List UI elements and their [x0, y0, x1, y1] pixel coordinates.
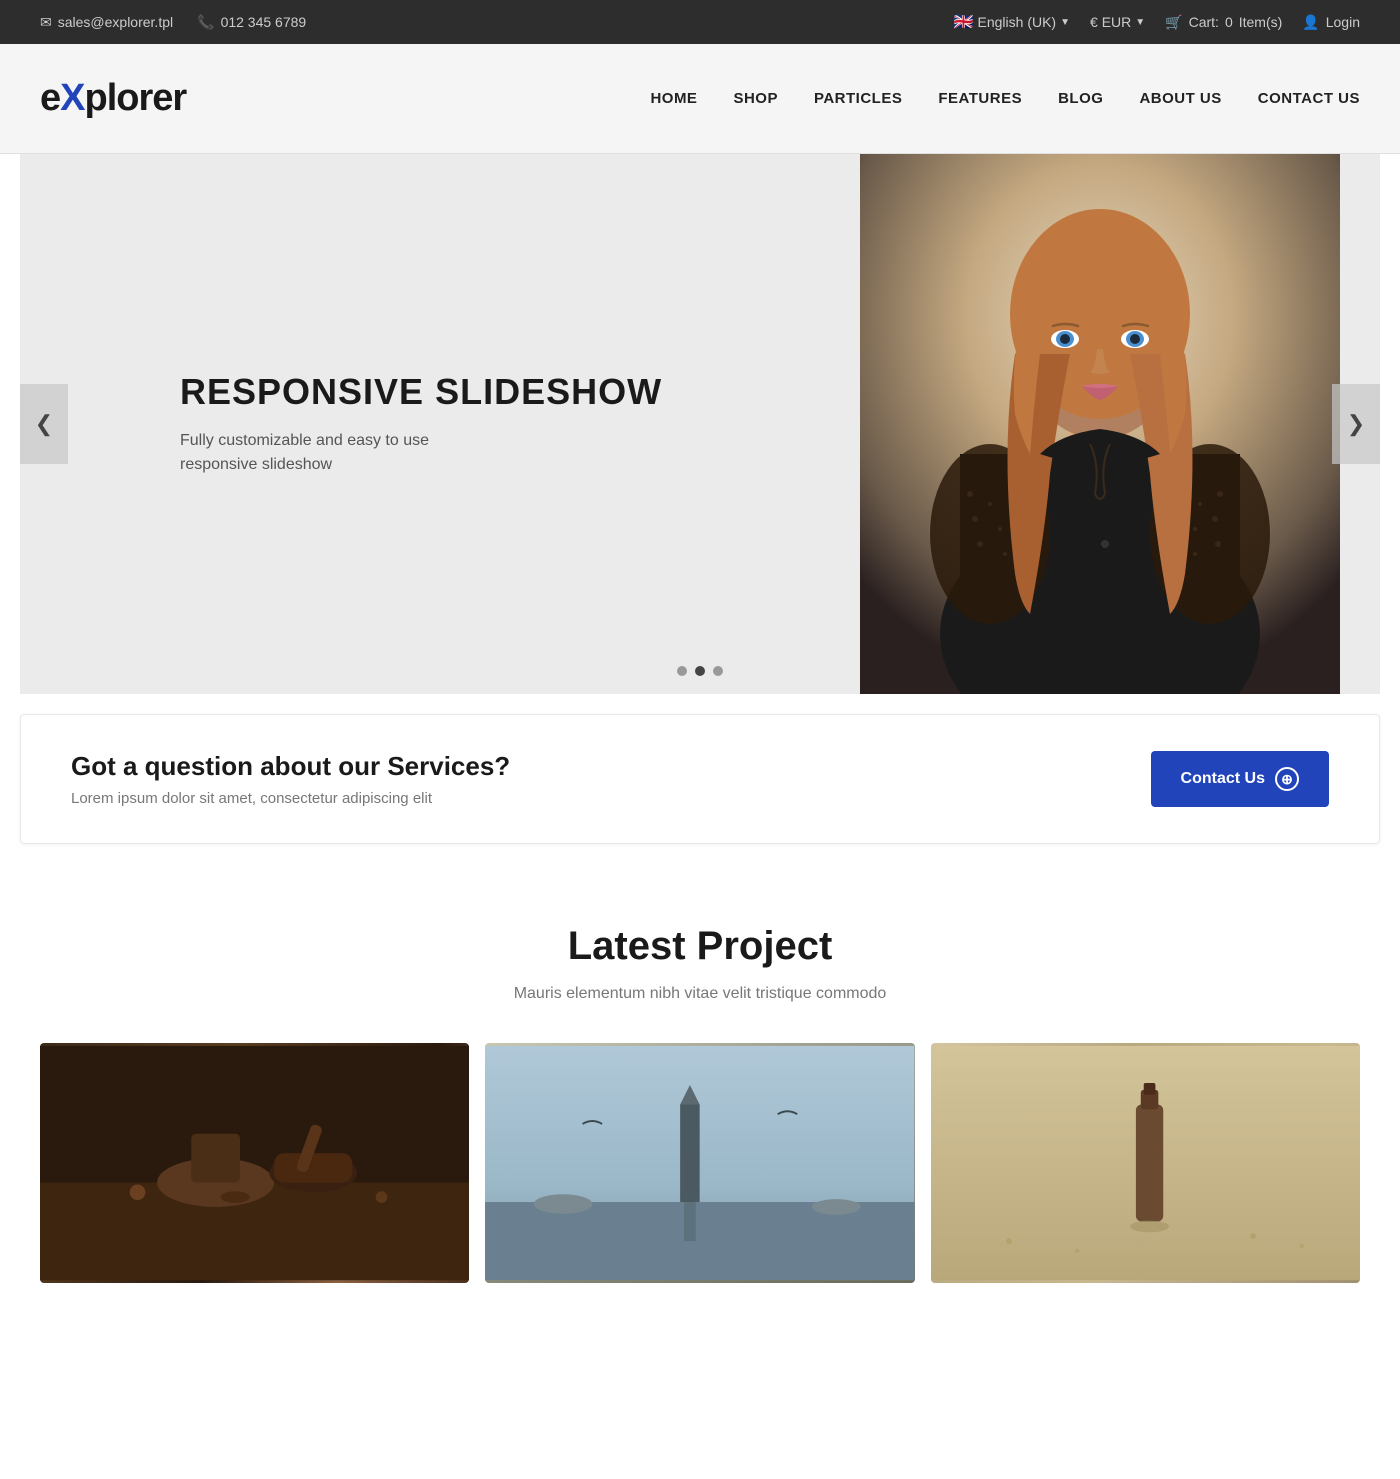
- top-bar: ✉ sales@explorer.tpl 📞 012 345 6789 🇬🇧 E…: [0, 0, 1400, 44]
- user-icon: 👤: [1302, 14, 1319, 31]
- slide-dot-2[interactable]: [695, 666, 705, 676]
- slide-dots: [677, 666, 723, 676]
- project-card-2[interactable]: [485, 1043, 914, 1283]
- flag-icon: 🇬🇧: [954, 12, 974, 32]
- slide-content: RESPONSIVE SLIDESHOW Fully customizable …: [180, 371, 662, 477]
- logo[interactable]: eXplorer: [40, 77, 186, 120]
- nav-home[interactable]: HOME: [650, 90, 697, 107]
- nav-about-us[interactable]: ABOUT US: [1139, 90, 1221, 107]
- cart-unit: Item(s): [1239, 14, 1283, 30]
- email-contact[interactable]: ✉ sales@explorer.tpl: [40, 14, 173, 31]
- phone-contact[interactable]: 📞 012 345 6789: [197, 14, 306, 31]
- cart-count: 0: [1225, 14, 1233, 30]
- slide-description: Fully customizable and easy to use respo…: [180, 429, 662, 477]
- nav-contact-us[interactable]: CONTACT US: [1258, 90, 1360, 107]
- logo-rest: plorer: [85, 77, 187, 119]
- latest-project-title: Latest Project: [20, 924, 1380, 969]
- top-bar-right: 🇬🇧 English (UK) ▼ € EUR ▼ 🛒 Cart: 0 Item…: [954, 12, 1360, 32]
- login-button[interactable]: 👤 Login: [1302, 14, 1360, 31]
- slide-dot-3[interactable]: [713, 666, 723, 676]
- nav-particles[interactable]: PARTICLES: [814, 90, 902, 107]
- slide-title: RESPONSIVE SLIDESHOW: [180, 371, 662, 413]
- project-image-2: [485, 1043, 914, 1283]
- top-bar-left: ✉ sales@explorer.tpl 📞 012 345 6789: [40, 14, 306, 31]
- login-label: Login: [1326, 14, 1360, 30]
- contact-us-label: Contact Us: [1181, 770, 1265, 788]
- email-address: sales@explorer.tpl: [58, 14, 173, 30]
- slideshow-prev-button[interactable]: ❮: [20, 384, 68, 464]
- currency-label: € EUR: [1090, 14, 1131, 30]
- language-label: English (UK): [978, 14, 1057, 30]
- email-icon: ✉: [40, 14, 52, 31]
- cart-icon: 🛒: [1165, 14, 1182, 31]
- contact-us-button[interactable]: Contact Us ⊕: [1151, 751, 1329, 807]
- language-selector[interactable]: 🇬🇧 English (UK) ▼: [954, 12, 1070, 32]
- project-image-1: [40, 1043, 469, 1283]
- nav-blog[interactable]: BLOG: [1058, 90, 1103, 107]
- logo-x: X: [60, 77, 84, 119]
- project-card-1[interactable]: [40, 1043, 469, 1283]
- cart-button[interactable]: 🛒 Cart: 0 Item(s): [1165, 14, 1282, 31]
- latest-project-section: Latest Project Mauris elementum nibh vit…: [0, 844, 1400, 1323]
- hero-slideshow: ❮ RESPONSIVE SLIDESHOW Fully customizabl…: [20, 154, 1380, 694]
- cta-banner: Got a question about our Services? Lorem…: [20, 714, 1380, 844]
- phone-number: 012 345 6789: [221, 14, 307, 30]
- language-dropdown-arrow: ▼: [1060, 17, 1070, 28]
- project-image-3: [931, 1043, 1360, 1283]
- cta-text: Got a question about our Services? Lorem…: [71, 751, 510, 807]
- nav-shop[interactable]: SHOP: [733, 90, 778, 107]
- header: eXplorer HOME SHOP PARTICLES FEATURES BL…: [0, 44, 1400, 154]
- project-card-3[interactable]: [931, 1043, 1360, 1283]
- currency-dropdown-arrow: ▼: [1135, 17, 1145, 28]
- cart-label: Cart:: [1189, 14, 1219, 30]
- currency-selector[interactable]: € EUR ▼: [1090, 14, 1145, 30]
- model-svg: [860, 154, 1340, 694]
- contact-us-icon: ⊕: [1275, 767, 1299, 791]
- logo-e: e: [40, 77, 60, 119]
- latest-project-subtitle: Mauris elementum nibh vitae velit tristi…: [20, 985, 1380, 1003]
- slide-image: [820, 154, 1380, 694]
- cta-subtitle: Lorem ipsum dolor sit amet, consectetur …: [71, 790, 510, 807]
- slide-dot-1[interactable]: [677, 666, 687, 676]
- cta-title: Got a question about our Services?: [71, 751, 510, 782]
- slideshow-next-button[interactable]: ❯: [1332, 384, 1380, 464]
- main-nav: HOME SHOP PARTICLES FEATURES BLOG ABOUT …: [650, 90, 1360, 107]
- nav-features[interactable]: FEATURES: [938, 90, 1022, 107]
- project-grid: [20, 1043, 1380, 1283]
- phone-icon: 📞: [197, 14, 214, 31]
